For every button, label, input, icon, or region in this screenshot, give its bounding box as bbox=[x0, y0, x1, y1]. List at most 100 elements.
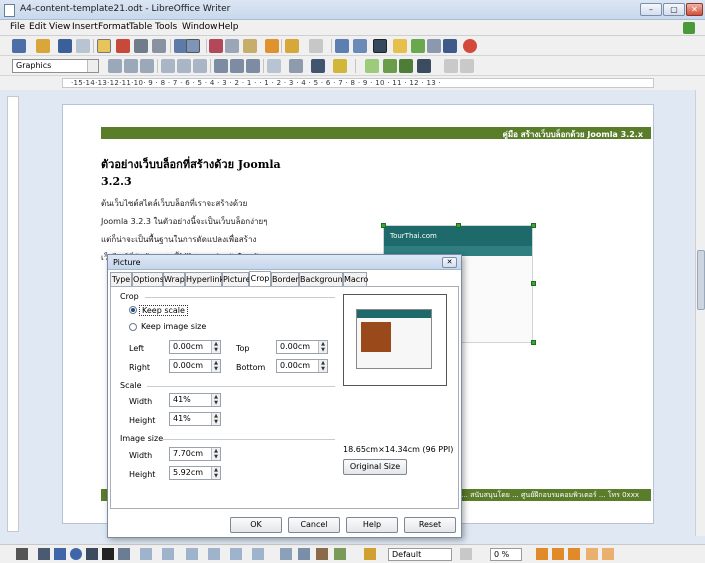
wrap-page-icon[interactable] bbox=[124, 59, 138, 73]
menu-tools[interactable]: Tools bbox=[155, 22, 177, 32]
scrollbar-thumb[interactable] bbox=[697, 250, 705, 310]
anchor-icon[interactable] bbox=[417, 59, 431, 73]
image-height-input[interactable]: 5.92cm ▲ ▼ bbox=[169, 466, 221, 480]
page-icon[interactable] bbox=[460, 548, 472, 560]
arrange-forward-icon[interactable] bbox=[536, 548, 548, 560]
borders-icon[interactable] bbox=[267, 59, 281, 73]
dialog-close-button[interactable]: ✕ bbox=[442, 257, 457, 268]
stars-icon[interactable] bbox=[252, 548, 264, 560]
wrap-off-icon[interactable] bbox=[108, 59, 122, 73]
save-icon[interactable] bbox=[58, 39, 72, 53]
ellipse-tool-icon[interactable] bbox=[70, 548, 82, 560]
menu-file[interactable]: File bbox=[10, 22, 25, 32]
redo-icon[interactable] bbox=[309, 39, 323, 53]
tab-macro[interactable]: Macro bbox=[343, 272, 368, 286]
resize-handle[interactable] bbox=[531, 340, 536, 345]
cut-icon[interactable] bbox=[209, 39, 223, 53]
style-select[interactable]: Default bbox=[388, 548, 452, 561]
menu-table[interactable]: Table bbox=[129, 22, 152, 32]
close-window-button[interactable]: ✕ bbox=[686, 3, 703, 16]
scale-width-input[interactable]: 41% ▲ ▼ bbox=[169, 393, 221, 407]
spin-arrows-icon[interactable]: ▲ ▼ bbox=[318, 341, 327, 353]
minimize-button[interactable]: – bbox=[640, 3, 662, 16]
wrap-through-icon[interactable] bbox=[140, 59, 154, 73]
align-middle-icon[interactable] bbox=[230, 59, 244, 73]
link-frames-icon[interactable] bbox=[444, 59, 458, 73]
new-document-icon[interactable] bbox=[12, 39, 26, 53]
original-size-button[interactable]: Original Size bbox=[343, 459, 407, 475]
crop-left-input[interactable]: 0.00cm ▲ ▼ bbox=[169, 340, 221, 354]
gallery-icon[interactable] bbox=[411, 39, 425, 53]
horizontal-ruler[interactable]: ·15·14·13·12·11·10· 9 · 8 · 7 · 6 · 5 · … bbox=[0, 76, 705, 90]
paragraph-style-select[interactable]: Graphics bbox=[12, 59, 99, 73]
resize-handle[interactable] bbox=[456, 223, 461, 228]
align-right-icon[interactable] bbox=[193, 59, 207, 73]
menu-help[interactable]: Help bbox=[218, 22, 239, 32]
keep-scale-radio[interactable] bbox=[129, 306, 137, 314]
align-top-icon[interactable] bbox=[214, 59, 228, 73]
menu-window[interactable]: Window bbox=[182, 22, 218, 32]
spin-arrows-icon[interactable]: ▲ ▼ bbox=[318, 360, 327, 372]
bring-to-front-icon[interactable] bbox=[365, 59, 379, 73]
clone-formatting-icon[interactable] bbox=[265, 39, 279, 53]
background-color-icon[interactable] bbox=[333, 59, 347, 73]
open-folder-icon[interactable] bbox=[36, 39, 50, 53]
zoom-field[interactable]: 0 % bbox=[490, 548, 522, 561]
data-sources-icon[interactable] bbox=[427, 39, 441, 53]
tab-wrap[interactable]: Wrap bbox=[163, 272, 185, 286]
menu-edit[interactable]: Edit bbox=[29, 22, 46, 32]
paragraph-line[interactable]: Joomla 3.2.3 ในตัวอย่างนี้จะเป็นเว็บบล็อ… bbox=[101, 215, 268, 228]
menu-format[interactable]: Format bbox=[98, 22, 130, 32]
tab-hyperlink[interactable]: Hyperlink bbox=[185, 272, 224, 286]
formatting-marks-icon[interactable] bbox=[443, 39, 457, 53]
freeform-tool-icon[interactable] bbox=[86, 548, 98, 560]
spin-arrows-icon[interactable]: ▲ ▼ bbox=[211, 467, 220, 479]
maximize-button[interactable]: ▢ bbox=[663, 3, 685, 16]
block-arrows-icon[interactable] bbox=[186, 548, 198, 560]
autospellcheck-icon[interactable] bbox=[186, 39, 200, 53]
unlink-frames-icon[interactable] bbox=[460, 59, 474, 73]
tab-background[interactable]: Background bbox=[299, 272, 348, 286]
menu-view[interactable]: View bbox=[49, 22, 70, 32]
to-background-icon[interactable] bbox=[399, 59, 413, 73]
table-icon[interactable] bbox=[353, 39, 367, 53]
hyperlink-icon[interactable] bbox=[335, 39, 349, 53]
resize-handle[interactable] bbox=[531, 281, 536, 286]
spin-arrows-icon[interactable]: ▲ ▼ bbox=[211, 448, 220, 460]
show-draw-functions-icon[interactable] bbox=[373, 39, 387, 53]
email-icon[interactable] bbox=[76, 39, 90, 53]
spin-arrows-icon[interactable]: ▲ ▼ bbox=[211, 394, 220, 406]
scale-height-input[interactable]: 41% ▲ ▼ bbox=[169, 412, 221, 426]
paste-icon[interactable] bbox=[243, 39, 257, 53]
cancel-button[interactable]: Cancel bbox=[288, 517, 340, 533]
menu-insert[interactable]: Insert bbox=[72, 22, 98, 32]
ok-button[interactable]: OK bbox=[230, 517, 282, 533]
document-heading[interactable]: ตัวอย่างเว็บบล็อกที่สร้างด้วย Joomla bbox=[101, 155, 281, 173]
crop-right-input[interactable]: 0.00cm ▲ ▼ bbox=[169, 359, 221, 373]
paragraph-line[interactable]: แต่ก็น่าจะเป็นพื้นฐานในการดัดแปลงเพื่อสร… bbox=[101, 233, 256, 246]
border-color-icon[interactable] bbox=[311, 59, 325, 73]
tab-options[interactable]: Options bbox=[132, 272, 164, 286]
select-arrow-icon[interactable] bbox=[16, 548, 28, 560]
chevron-down-icon[interactable] bbox=[87, 60, 98, 72]
navigator-icon[interactable] bbox=[393, 39, 407, 53]
align-bottom-icon[interactable] bbox=[246, 59, 260, 73]
undo-icon[interactable] bbox=[285, 39, 299, 53]
help-icon[interactable] bbox=[463, 39, 477, 53]
fontwork-icon[interactable] bbox=[298, 548, 310, 560]
rectangle-tool-icon[interactable] bbox=[54, 548, 66, 560]
tab-crop[interactable]: Crop bbox=[249, 271, 271, 287]
vertical-scrollbar[interactable] bbox=[695, 90, 705, 536]
keep-scale-label[interactable]: Keep scale bbox=[139, 305, 188, 316]
distribute-icon[interactable] bbox=[586, 548, 598, 560]
spin-arrows-icon[interactable]: ▲ ▼ bbox=[211, 360, 220, 372]
extrusion-icon[interactable] bbox=[334, 548, 346, 560]
image-width-input[interactable]: 7.70cm ▲ ▼ bbox=[169, 447, 221, 461]
callout-tool-icon[interactable] bbox=[118, 548, 130, 560]
line-tool-icon[interactable] bbox=[38, 548, 50, 560]
help-button[interactable]: Help bbox=[346, 517, 398, 533]
flowchart-icon[interactable] bbox=[208, 548, 220, 560]
text-tool-icon[interactable] bbox=[102, 548, 114, 560]
print-preview-icon[interactable] bbox=[152, 39, 166, 53]
paragraph-line[interactable]: ต้นเว็บไซต์สไตล์เว็บบล็อกที่เราจะสร้างด้… bbox=[101, 197, 247, 210]
